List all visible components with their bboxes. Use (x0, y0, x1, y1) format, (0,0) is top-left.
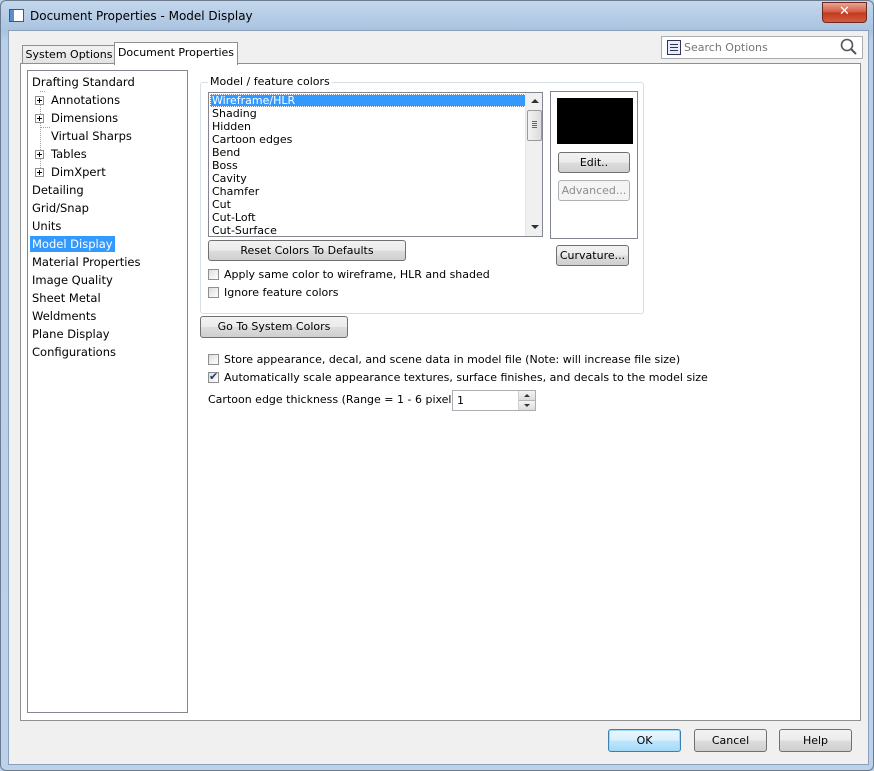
cancel-button[interactable]: Cancel (694, 729, 767, 752)
auto-scale-textures-checkbox[interactable] (208, 370, 219, 383)
ignore-feature-colors-checkbox[interactable] (208, 287, 219, 298)
options-tree[interactable]: Drafting Standard Annotations Dimensions… (27, 70, 188, 713)
document-window-icon (9, 9, 24, 22)
auto-scale-textures-label[interactable]: Automatically scale appearance textures,… (224, 371, 708, 384)
list-item[interactable]: Chamfer (210, 185, 527, 198)
tree-item-units[interactable]: Units (30, 218, 63, 234)
expand-plus-icon[interactable] (35, 114, 44, 123)
tree-item-material-properties[interactable]: Material Properties (30, 254, 143, 270)
list-item[interactable]: Hidden (210, 120, 527, 133)
edit-color-button[interactable]: Edit.. (558, 152, 630, 173)
tree-item-sheet-metal[interactable]: Sheet Metal (30, 290, 103, 306)
options-list-icon[interactable] (667, 40, 681, 55)
store-appearance-label[interactable]: Store appearance, decal, and scene data … (224, 353, 680, 366)
tree-item-drafting-standard[interactable]: Drafting Standard (30, 74, 137, 90)
dialog-client-area: System Options Document Properties Draft… (8, 30, 869, 765)
tree-item-dimxpert[interactable]: DimXpert (49, 164, 108, 180)
scroll-up-arrow-icon[interactable] (531, 99, 539, 103)
search-input[interactable] (684, 40, 834, 54)
list-item[interactable]: Cartoon edges (210, 133, 527, 146)
tab-panel-document-properties: Drafting Standard Annotations Dimensions… (20, 63, 861, 721)
expand-plus-icon[interactable] (35, 96, 44, 105)
store-appearance-checkbox[interactable] (208, 354, 219, 365)
stepper-buttons[interactable] (518, 391, 535, 410)
list-item[interactable]: Bend (210, 146, 527, 159)
reset-colors-button[interactable]: Reset Colors To Defaults (208, 240, 406, 261)
cartoon-edge-thickness-label: Cartoon edge thickness (Range = 1 - 6 pi… (208, 393, 466, 406)
search-options-box[interactable] (661, 36, 863, 59)
scroll-down-arrow-icon[interactable] (531, 225, 539, 229)
tree-item-dimensions[interactable]: Dimensions (49, 110, 120, 126)
apply-same-color-checkbox[interactable] (208, 269, 219, 280)
ignore-feature-colors-label[interactable]: Ignore feature colors (224, 286, 339, 299)
apply-same-color-label[interactable]: Apply same color to wireframe, HLR and s… (224, 268, 490, 281)
close-button[interactable]: ✕ (822, 2, 867, 23)
list-item[interactable]: Shading (210, 107, 527, 120)
tree-item-configurations[interactable]: Configurations (30, 344, 118, 360)
color-preview-frame: Edit.. Advanced... (550, 91, 638, 239)
tab-document-properties[interactable]: Document Properties (114, 42, 238, 65)
list-scrollbar[interactable] (525, 93, 542, 236)
tab-system-options[interactable]: System Options (22, 45, 116, 64)
feature-color-list[interactable]: Wireframe/HLR Shading Hidden Cartoon edg… (208, 92, 543, 237)
tree-item-plane-display[interactable]: Plane Display (30, 326, 112, 342)
stepper-up-arrow-icon[interactable] (519, 391, 535, 401)
ok-button[interactable]: OK (608, 729, 681, 752)
tree-connector (40, 91, 45, 92)
list-item[interactable]: Boss (210, 159, 527, 172)
tree-item-detailing[interactable]: Detailing (30, 182, 86, 198)
search-icon[interactable] (840, 38, 857, 55)
tree-item-weldments[interactable]: Weldments (30, 308, 98, 324)
stepper-down-arrow-icon[interactable] (519, 401, 535, 410)
advanced-color-button[interactable]: Advanced... (558, 180, 630, 201)
window-title: Document Properties - Model Display (30, 9, 253, 23)
title-bar[interactable]: Document Properties - Model Display ✕ (1, 1, 873, 29)
model-colors-group-label: Model / feature colors (208, 75, 332, 88)
help-button[interactable]: Help (779, 729, 852, 752)
tree-item-model-display[interactable]: Model Display (30, 236, 115, 252)
list-item[interactable]: Cut (210, 198, 527, 211)
list-item[interactable]: Cut-Surface (210, 224, 527, 236)
tree-item-annotations[interactable]: Annotations (49, 92, 122, 108)
list-item[interactable]: Cut-Loft (210, 211, 527, 224)
cartoon-edge-thickness-stepper[interactable] (452, 390, 536, 411)
list-item[interactable]: Wireframe/HLR (210, 94, 527, 107)
curvature-button[interactable]: Curvature... (556, 245, 629, 266)
color-swatch (557, 98, 633, 144)
scrollbar-thumb[interactable] (527, 110, 542, 141)
tree-item-virtual-sharps[interactable]: Virtual Sharps (49, 128, 134, 144)
expand-plus-icon[interactable] (35, 150, 44, 159)
tree-item-tables[interactable]: Tables (49, 146, 89, 162)
tree-item-image-quality[interactable]: Image Quality (30, 272, 115, 288)
cartoon-edge-thickness-input[interactable] (457, 393, 512, 407)
dialog-window: Document Properties - Model Display ✕ Sy… (0, 0, 874, 771)
expand-plus-icon[interactable] (35, 168, 44, 177)
list-item[interactable]: Cavity (210, 172, 527, 185)
go-to-system-colors-button[interactable]: Go To System Colors (200, 316, 348, 338)
tree-item-grid-snap[interactable]: Grid/Snap (30, 200, 91, 216)
